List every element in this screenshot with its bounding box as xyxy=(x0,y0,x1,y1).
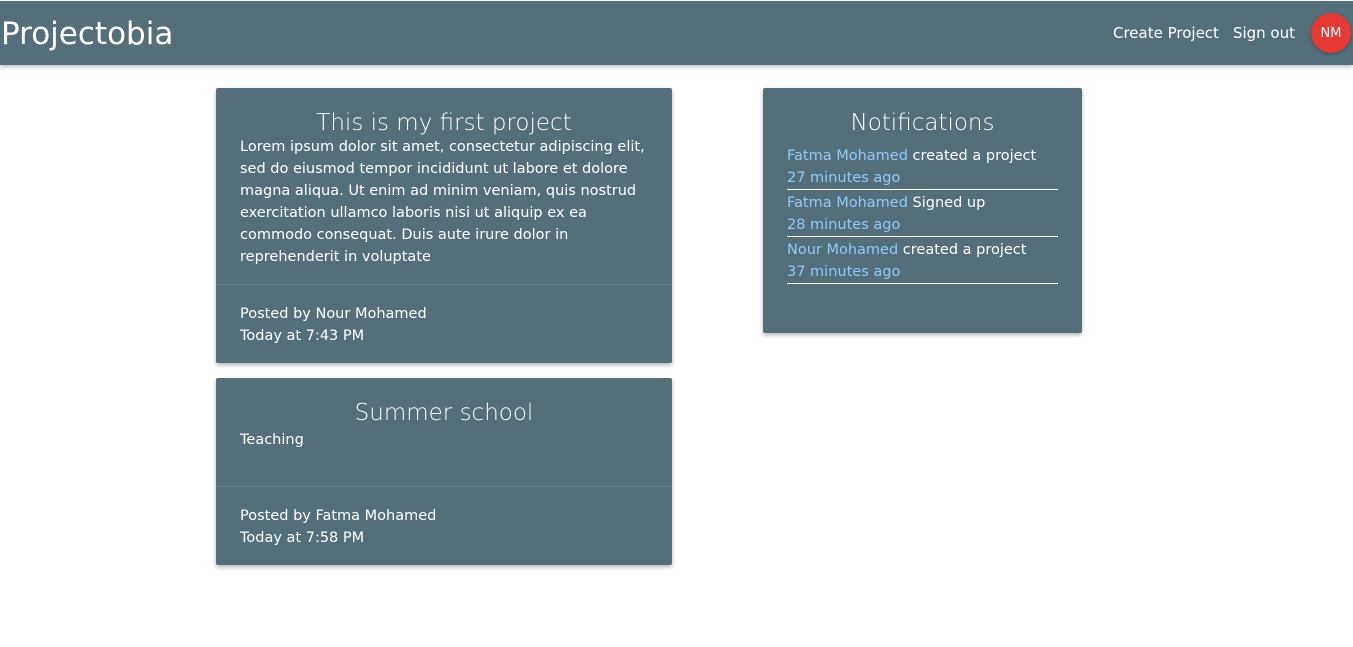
notification-action: created a project xyxy=(907,148,1037,164)
project-card-content: This is my first project Lorem ipsum dol… xyxy=(216,88,672,268)
create-project-link[interactable]: Create Project xyxy=(1113,24,1219,42)
project-title: Summer school xyxy=(354,400,534,426)
notification-time: 27 minutes ago xyxy=(787,170,901,186)
project-date: Today at 7:43 PM xyxy=(240,328,365,344)
notifications-card: Notifications Fatma Mohamed created a pr… xyxy=(763,88,1082,333)
project-card-content: Summer school Teaching xyxy=(216,378,672,451)
notification-user[interactable]: Fatma Mohamed xyxy=(787,195,908,211)
notification-time: 37 minutes ago xyxy=(787,264,901,280)
notification-action: created a project xyxy=(898,242,1027,258)
nav-links: Create Project Sign out NM xyxy=(1099,1,1353,65)
notification-action: Signed up xyxy=(907,195,986,211)
project-card-footer: Posted by Nour Mohamed Today at 7:43 PM xyxy=(216,284,672,363)
project-card[interactable]: Summer school Teaching Posted by Fatma M… xyxy=(216,378,672,565)
notifications-content: Notifications Fatma Mohamed created a pr… xyxy=(763,88,1082,284)
project-card[interactable]: This is my first project Lorem ipsum dol… xyxy=(216,88,672,363)
notifications-list: Fatma Mohamed created a project 27 minut… xyxy=(787,144,1058,284)
project-card-footer: Posted by Fatma Mohamed Today at 7:58 PM xyxy=(216,486,672,565)
project-date: Today at 7:58 PM xyxy=(240,530,365,546)
project-title: This is my first project xyxy=(316,110,572,136)
sign-out-link[interactable]: Sign out xyxy=(1233,24,1295,42)
brand-logo-link[interactable]: Projectobia xyxy=(1,14,173,54)
project-description: Lorem ipsum dolor sit amet, consectetur … xyxy=(240,139,645,265)
top-navbar: Projectobia Create Project Sign out NM xyxy=(0,1,1353,65)
notification-item: Fatma Mohamed Signed up 28 minutes ago xyxy=(787,191,1058,237)
project-description: Teaching xyxy=(240,432,304,448)
user-avatar[interactable]: NM xyxy=(1311,13,1351,53)
notification-time: 28 minutes ago xyxy=(787,217,901,233)
notification-user[interactable]: Fatma Mohamed xyxy=(787,148,908,164)
notification-item: Fatma Mohamed created a project 27 minut… xyxy=(787,144,1058,190)
project-author: Posted by Fatma Mohamed xyxy=(240,508,437,524)
notifications-title: Notifications xyxy=(850,110,995,136)
project-author: Posted by Nour Mohamed xyxy=(240,306,427,322)
notification-item: Nour Mohamed created a project 37 minute… xyxy=(787,238,1058,284)
notification-user[interactable]: Nour Mohamed xyxy=(787,242,898,258)
